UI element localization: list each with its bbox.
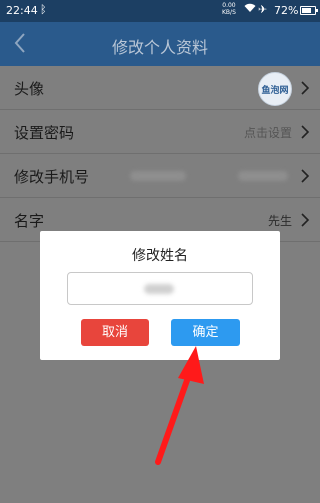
status-time: 22:44 bbox=[6, 4, 38, 17]
chevron-right-icon bbox=[301, 213, 310, 227]
list-item-label: 修改手机号 bbox=[14, 168, 90, 186]
edit-name-dialog: 修改姓名 取消 确定 bbox=[40, 231, 280, 360]
name-input[interactable] bbox=[67, 272, 253, 305]
list-item-avatar[interactable]: 头像 鱼泡网 bbox=[0, 66, 320, 110]
list-item-label: 设置密码 bbox=[14, 124, 75, 142]
list-item-label: 头像 bbox=[14, 80, 45, 98]
chevron-right-icon bbox=[301, 81, 310, 95]
avatar: 鱼泡网 bbox=[258, 72, 292, 106]
network-speed: 0.00 KB/S bbox=[222, 2, 236, 16]
battery-level bbox=[302, 8, 311, 13]
list-item-phone[interactable]: 修改手机号 bbox=[0, 154, 320, 198]
nav-bar: 修改个人资料 bbox=[0, 22, 320, 66]
blurred-phone-hint bbox=[238, 171, 288, 181]
list-item-value: 先生 bbox=[267, 214, 292, 228]
list-item-password[interactable]: 设置密码 点击设置 bbox=[0, 110, 320, 154]
cancel-button[interactable]: 取消 bbox=[81, 319, 149, 346]
blurred-name-value bbox=[144, 284, 174, 294]
confirm-button[interactable]: 确定 bbox=[171, 319, 240, 346]
dialog-title: 修改姓名 bbox=[132, 248, 188, 264]
airplane-icon: ✈ bbox=[258, 3, 268, 16]
chevron-right-icon bbox=[301, 169, 310, 183]
status-bar: 22:44 ᛒ 0.00 KB/S ✈ 72% bbox=[0, 0, 320, 22]
battery-icon bbox=[300, 6, 318, 15]
network-speed-value: 0.00 bbox=[222, 2, 236, 9]
avatar-logo-text: 鱼泡网 bbox=[261, 85, 289, 96]
bluetooth-icon: ᛒ bbox=[40, 3, 47, 16]
battery-percent: 72% bbox=[274, 4, 299, 17]
profile-list: 头像 鱼泡网 设置密码 点击设置 修改手机号 名字 先生 bbox=[0, 66, 320, 242]
network-speed-unit: KB/S bbox=[222, 9, 236, 16]
list-item-label: 名字 bbox=[14, 212, 45, 230]
wifi-icon bbox=[244, 3, 256, 16]
list-item-value: 点击设置 bbox=[243, 126, 292, 140]
blurred-phone bbox=[130, 171, 186, 181]
chevron-right-icon bbox=[301, 125, 310, 139]
page-title: 修改个人资料 bbox=[111, 38, 208, 57]
